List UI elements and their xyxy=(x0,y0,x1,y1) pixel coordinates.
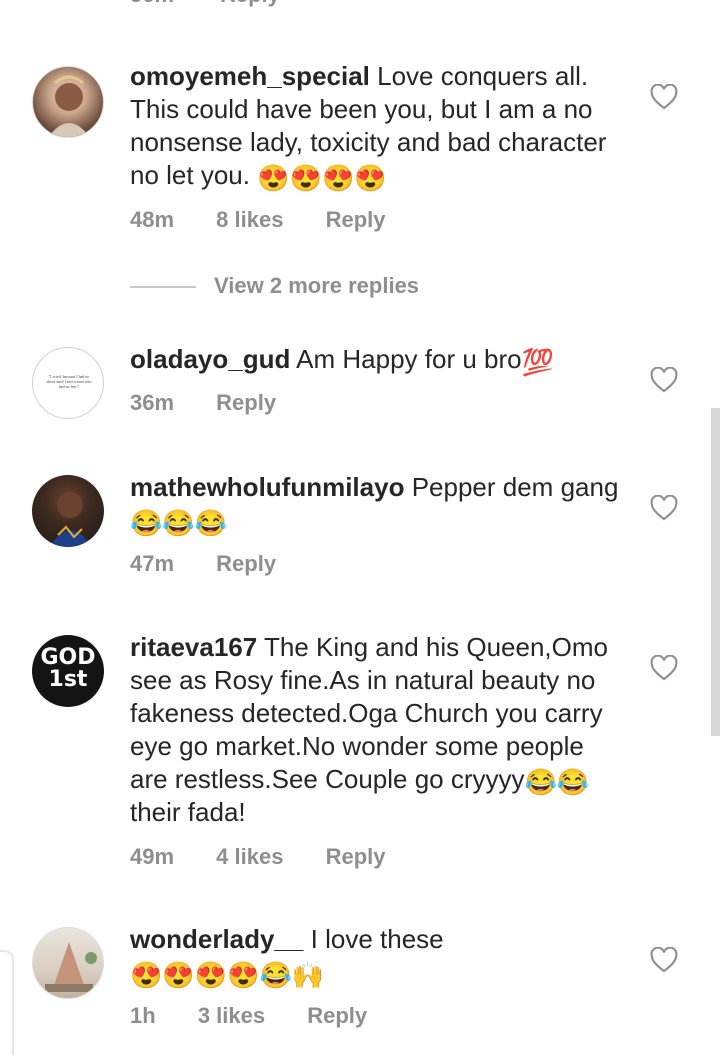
heart-outline-icon[interactable] xyxy=(650,495,678,521)
comment-meta: 48m 8 likes Reply xyxy=(130,207,422,233)
reply-button[interactable]: Reply xyxy=(216,551,276,576)
comment-time: 1h xyxy=(130,1003,156,1028)
reply-button[interactable]: Reply xyxy=(216,390,276,415)
comment-body: oladayo_gud Am Happy for u bro💯 xyxy=(130,343,620,376)
comment-meta: 47m Reply xyxy=(130,551,312,577)
comment-text: Am Happy for u bro xyxy=(296,344,522,374)
avatar-quote: "I cried, because I had no shoes until I… xyxy=(46,374,92,389)
comment-time: 48m xyxy=(130,207,175,232)
comment-body: omoyemeh_special Love conquers all. This… xyxy=(130,60,620,192)
comment-text: Pepper dem gang xyxy=(411,472,619,502)
heart-outline-icon[interactable] xyxy=(650,367,678,393)
comment-meta: 1h 3 likes Reply xyxy=(130,1003,403,1029)
divider-line xyxy=(130,286,196,288)
heart-outline-icon[interactable] xyxy=(650,947,678,973)
heart-outline-icon[interactable] xyxy=(650,655,678,681)
comment-likes[interactable]: 8 likes xyxy=(216,207,283,232)
reply-button[interactable]: Reply xyxy=(326,844,386,869)
comment-time: 36m xyxy=(130,390,175,415)
reply-button[interactable]: Reply xyxy=(326,207,386,232)
comment-username[interactable]: wonderlady__ xyxy=(130,924,303,954)
avatar[interactable]: GOD 1st xyxy=(32,635,104,707)
view-more-replies[interactable]: View 2 more replies xyxy=(130,273,550,303)
comment-username[interactable]: ritaeva167 xyxy=(130,632,257,662)
comment-username[interactable]: mathewholufunmilayo xyxy=(130,472,404,502)
avatar-text: GOD 1st xyxy=(40,645,96,692)
comment-text-after: their fada! xyxy=(130,797,246,827)
comment-body: wonderlady__ I love these 😍😍😍😍😂🙌 xyxy=(130,923,620,989)
emoji: 💯 xyxy=(521,347,554,377)
comment-likes[interactable]: 4 likes xyxy=(216,844,283,869)
comment-body: ritaeva167 The King and his Queen,Omo se… xyxy=(130,631,620,829)
avatar[interactable] xyxy=(32,475,104,547)
emoji: 😍😍😍😍 xyxy=(257,163,387,193)
avatar[interactable]: "I cried, because I had no shoes until I… xyxy=(32,347,104,419)
reply-button[interactable]: Reply xyxy=(307,1003,367,1028)
scrollbar[interactable] xyxy=(711,408,720,736)
comment-body: mathewholufunmilayo Pepper dem gang 😂😂😂 xyxy=(130,471,620,537)
edge-panel-handle[interactable] xyxy=(0,950,14,1055)
comment-username[interactable]: oladayo_gud xyxy=(130,344,290,374)
comment-time: 47m xyxy=(130,551,175,576)
avatar[interactable] xyxy=(32,927,104,999)
comment-meta: 36m Reply xyxy=(130,390,312,416)
heart-outline-icon[interactable] xyxy=(650,84,678,110)
emoji: 😍😍😍😍😂🙌 xyxy=(130,960,325,990)
comment-username[interactable]: omoyemeh_special xyxy=(130,61,370,91)
comment-text: I love these xyxy=(310,924,444,954)
emoji: 😂😂😂 xyxy=(130,508,228,538)
comment-likes[interactable]: 3 likes xyxy=(198,1003,265,1028)
emoji: 😂😂 xyxy=(524,767,590,797)
comment-meta: 49m 4 likes Reply xyxy=(130,844,422,870)
view-more-replies-label[interactable]: View 2 more replies xyxy=(214,273,419,299)
previous-comment-meta: 56m Reply xyxy=(0,0,720,10)
avatar[interactable] xyxy=(32,66,104,138)
comment-time: 49m xyxy=(130,844,175,869)
